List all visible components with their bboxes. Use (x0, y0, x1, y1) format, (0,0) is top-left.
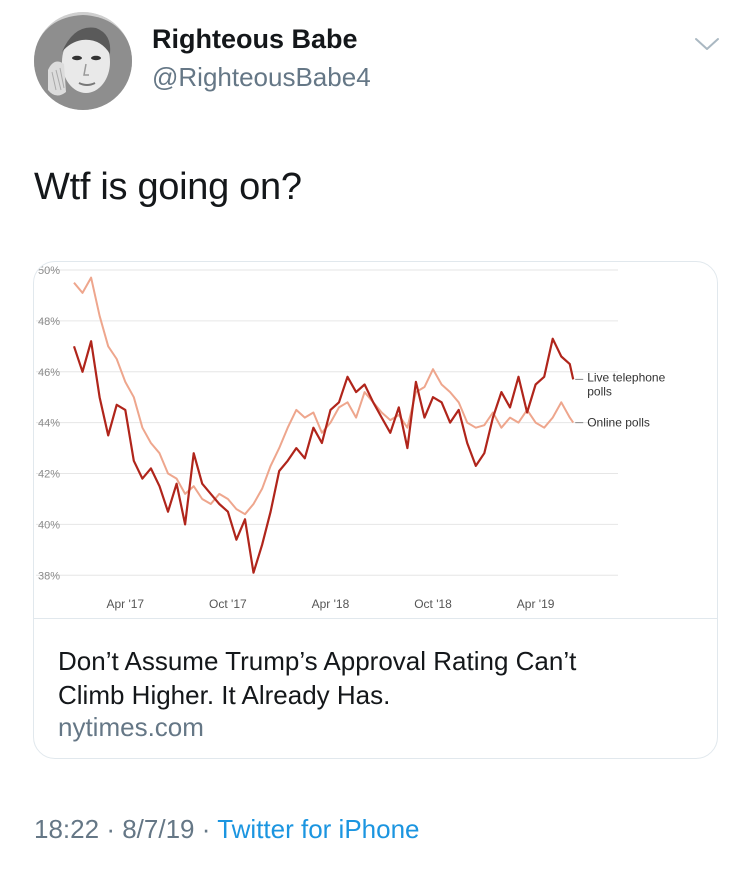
y-tick-label: 40% (38, 519, 60, 531)
author-handle[interactable]: @RighteousBabe4 (152, 62, 371, 93)
tweet-time: 18:22 (34, 814, 100, 844)
card-title-line2: Climb Higher. It Already Has. (58, 680, 391, 710)
legend-online-polls: Online polls (587, 416, 650, 430)
series-live-telephone-polls (72, 337, 575, 574)
tweet-date: 8/7/19 (122, 814, 195, 844)
meta-separator: · (201, 814, 211, 844)
link-card[interactable]: 50% 48% 46% 44% 42% 40% 38% Apr '17 Oct '17 Apr … (33, 261, 718, 759)
y-tick-label: 50% (38, 265, 60, 277)
tweet-meta: 18:22 · 8/7/19 · Twitter for iPhone (34, 814, 420, 845)
chart-legend: Live telephone polls Online polls (575, 370, 666, 430)
author-display-name[interactable]: Righteous Babe (152, 24, 358, 55)
x-tick-label: Apr '18 (312, 597, 350, 611)
y-tick-label: 42% (38, 469, 60, 481)
approval-chart: 50%48%46%44%42%40%38% Apr '17 Oct '17 Apr … (36, 265, 666, 611)
meta-separator: · (106, 814, 115, 844)
card-image: 50% 48% 46% 44% 42% 40% 38% Apr '17 Oct '17 Apr … (34, 262, 717, 619)
x-tick-label: Oct '17 (209, 597, 247, 611)
tweet-text: Wtf is going on? (34, 166, 302, 208)
y-tick-label: 38% (38, 570, 60, 582)
card-domain: nytimes.com (58, 712, 204, 742)
x-tick-label: Oct '18 (414, 597, 452, 611)
y-tick-label: 48% (38, 316, 60, 328)
card-title-line1: Don’t Assume Trump’s Approval Rating Can… (58, 646, 577, 676)
tweet-source-link[interactable]: Twitter for iPhone (217, 814, 419, 844)
x-axis-ticks: Apr '17 Oct '17 Apr '18 Oct '18 Apr '19 (106, 597, 554, 611)
series-online-polls (73, 276, 575, 516)
avatar-portrait (34, 12, 132, 110)
x-tick-label: Apr '17 (106, 597, 144, 611)
y-tick-label: 46% (38, 367, 60, 379)
chevron-down-icon[interactable] (694, 36, 720, 52)
x-tick-label: Apr '19 (517, 597, 555, 611)
y-tick-label: 44% (38, 418, 60, 430)
chart-series (72, 276, 575, 574)
avatar[interactable] (34, 12, 132, 110)
card-title[interactable]: Don’t Assume Trump’s Approval Rating Can… (58, 644, 698, 712)
y-axis-ticks: 50% 48% 46% 44% 42% 40% 38% (38, 265, 60, 582)
legend-live-telephone-polls: Live telephone polls (587, 370, 665, 398)
